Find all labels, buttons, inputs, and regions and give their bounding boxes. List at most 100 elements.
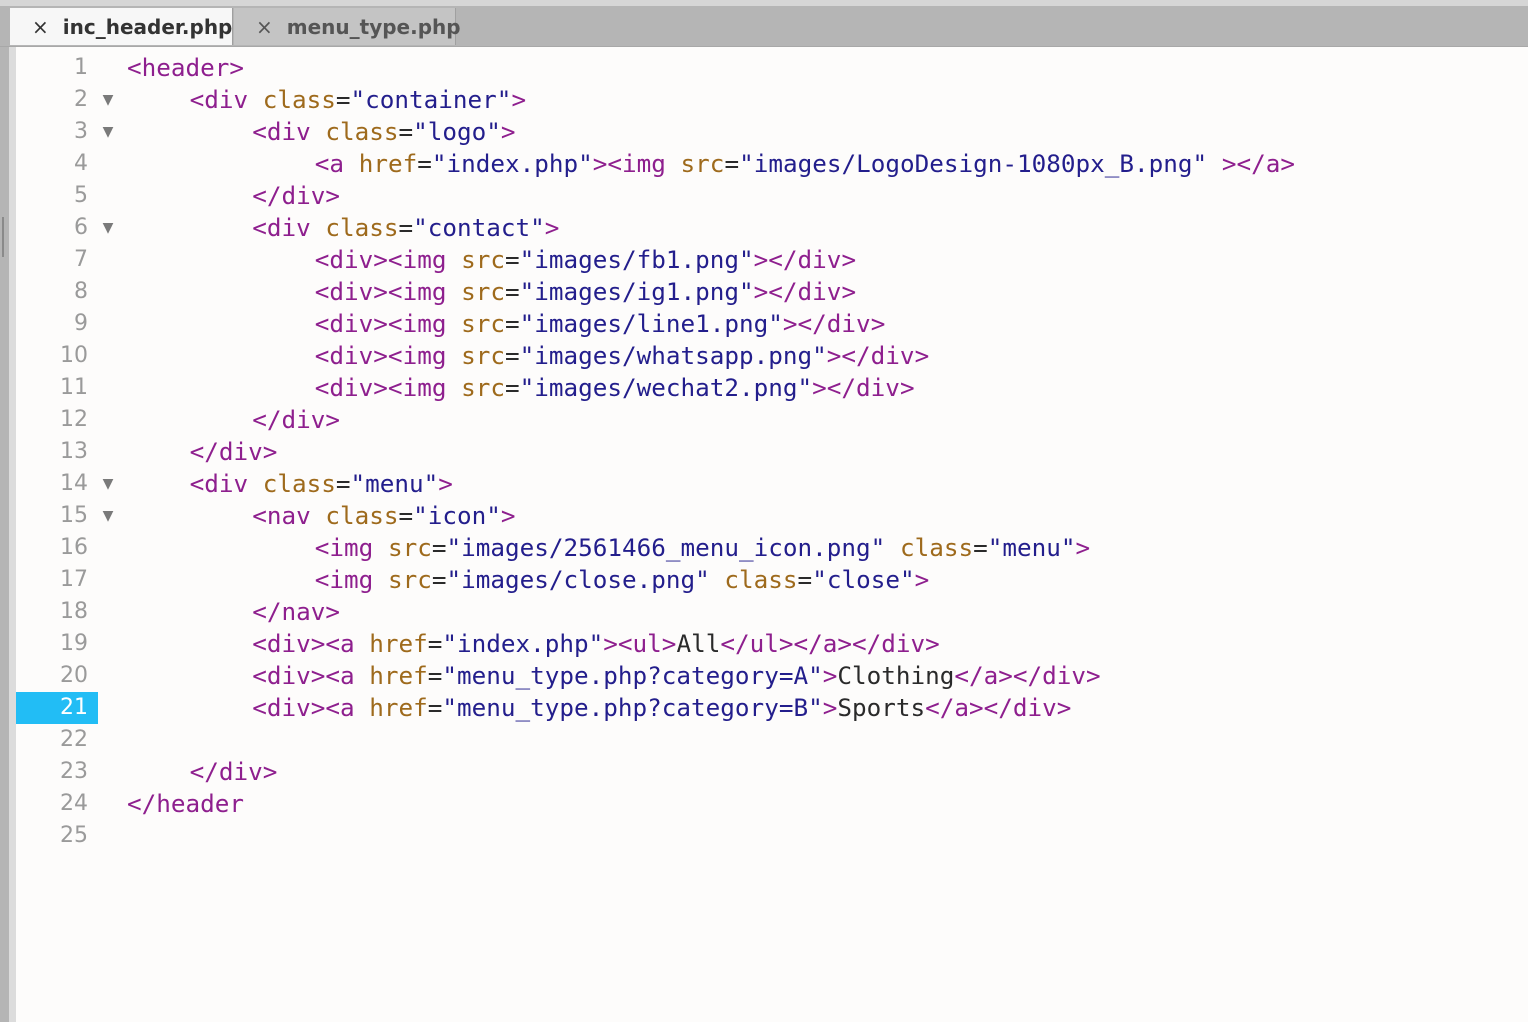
code-token: > — [914, 565, 930, 594]
code-token: > — [500, 117, 516, 146]
code-line[interactable]: 9 <div><img src="images/line1.png"></div> — [16, 308, 1528, 340]
code-token: </nav> — [252, 597, 340, 626]
code-line[interactable]: 6 ▼ <div class="contact"> — [16, 212, 1528, 244]
fold-triangle-icon[interactable]: ▼ — [98, 468, 118, 500]
line-number[interactable]: 21 — [16, 692, 98, 724]
fold-triangle-icon[interactable]: ▼ — [98, 84, 118, 116]
code-token: ><ul> — [603, 629, 677, 658]
code-line[interactable]: 10 <div><img src="images/whatsapp.png"></… — [16, 340, 1528, 372]
code-token: </a></div> — [925, 693, 1072, 722]
code-line[interactable]: 16 <img src="images/2561466_menu_icon.png… — [16, 532, 1528, 564]
code-token: src — [387, 533, 432, 562]
code-line[interactable]: 8 <div><img src="images/ig1.png"></div> — [16, 276, 1528, 308]
line-number[interactable]: 1 — [16, 52, 98, 84]
line-number[interactable]: 25 — [16, 820, 98, 852]
line-number[interactable]: 5 — [16, 180, 98, 212]
code-token: class — [724, 565, 798, 594]
code-token: "close" — [812, 565, 915, 594]
code-token: href — [369, 629, 428, 658]
line-number[interactable]: 17 — [16, 564, 98, 596]
code-token: "images/fb1.png" — [519, 245, 754, 274]
code-token: "container" — [350, 85, 512, 114]
code-line[interactable]: 1 <header> — [16, 52, 1528, 84]
code-token: <img — [314, 565, 388, 594]
code-line[interactable]: 17 <img src="images/close.png" class="clo… — [16, 564, 1528, 596]
line-number[interactable]: 20 — [16, 660, 98, 692]
close-icon[interactable]: × — [32, 15, 49, 39]
code-line[interactable]: 3 ▼ <div class="logo"> — [16, 116, 1528, 148]
code-line[interactable]: 2 ▼ <div class="container"> — [16, 84, 1528, 116]
line-number[interactable]: 24 — [16, 788, 98, 820]
code-token: = — [504, 277, 520, 306]
line-number[interactable]: 2 — [16, 84, 98, 116]
tab-label: inc_header.php — [62, 14, 233, 39]
tab-menu-type[interactable]: × menu_type.php — [234, 8, 461, 45]
fold-triangle-icon[interactable]: ▼ — [98, 500, 118, 532]
code-token: class — [325, 117, 399, 146]
code-token: href — [369, 693, 428, 722]
line-number[interactable]: 10 — [16, 340, 98, 372]
code-text: <div><img src="images/wechat2.png"></div… — [315, 372, 915, 404]
tab-inc-header[interactable]: × inc_header.php — [10, 8, 233, 45]
code-line[interactable]: 20 <div><a href="menu_type.php?category=A… — [16, 660, 1528, 692]
code-line[interactable]: 15 ▼ <nav class="icon"> — [16, 500, 1528, 532]
line-number[interactable]: 15 — [16, 500, 98, 532]
code-line[interactable]: 13 </div> — [16, 436, 1528, 468]
line-number[interactable]: 8 — [16, 276, 98, 308]
line-number[interactable]: 23 — [16, 756, 98, 788]
resize-handle[interactable] — [2, 217, 4, 257]
code-line[interactable]: 23 </div> — [16, 756, 1528, 788]
code-text: </div> — [190, 756, 278, 788]
code-token: </div> — [252, 181, 340, 210]
code-token: = — [335, 469, 351, 498]
line-number[interactable]: 7 — [16, 244, 98, 276]
code-token: <div><img — [314, 277, 462, 306]
line-number[interactable]: 22 — [16, 724, 98, 756]
line-number[interactable]: 3 — [16, 116, 98, 148]
line-number[interactable]: 16 — [16, 532, 98, 564]
code-token: <div><img — [314, 309, 462, 338]
code-line[interactable]: 24 </header — [16, 788, 1528, 820]
code-token: = — [398, 213, 414, 242]
code-text: <header> — [127, 52, 244, 84]
code-token: "logo" — [413, 117, 501, 146]
code-editor[interactable]: 1 <header> 2 ▼ <div class="container"> 3 ▼ <div… — [9, 47, 1528, 1022]
code-text: <div><img src="images/whatsapp.png"></di… — [315, 340, 929, 372]
code-line[interactable]: 21 <div><a href="menu_type.php?category=B… — [16, 692, 1528, 724]
code-token: src — [680, 149, 725, 178]
code-line[interactable]: 7 <div><img src="images/fb1.png"></div> — [16, 244, 1528, 276]
code-token: class — [262, 85, 336, 114]
code-token: <div><a — [252, 661, 370, 690]
code-token: "menu" — [350, 469, 439, 498]
code-line[interactable]: 25 — [16, 820, 1528, 852]
code-text: <div class="contact"> — [252, 212, 559, 244]
code-token: "menu" — [987, 533, 1076, 562]
code-line[interactable]: 19 <div><a href="index.php"><ul>All</ul><… — [16, 628, 1528, 660]
code-line[interactable]: 5 </div> — [16, 180, 1528, 212]
code-line[interactable]: 14 ▼ <div class="menu"> — [16, 468, 1528, 500]
code-line[interactable]: 4 <a href="index.php"><img src="images/Lo… — [16, 148, 1528, 180]
code-line[interactable]: 11 <div><img src="images/wechat2.png"></d… — [16, 372, 1528, 404]
fold-triangle-icon[interactable]: ▼ — [98, 116, 118, 148]
line-number[interactable]: 18 — [16, 596, 98, 628]
line-number[interactable]: 13 — [16, 436, 98, 468]
code-token: src — [461, 277, 505, 306]
code-token: > — [438, 469, 453, 498]
line-number[interactable]: 12 — [16, 404, 98, 436]
code-token: </div> — [189, 757, 278, 786]
line-number[interactable]: 9 — [16, 308, 98, 340]
fold-triangle-icon[interactable]: ▼ — [98, 212, 118, 244]
line-number[interactable]: 4 — [16, 148, 98, 180]
code-token: href — [369, 661, 428, 690]
code-line[interactable]: 12 </div> — [16, 404, 1528, 436]
line-number[interactable]: 6 — [16, 212, 98, 244]
code-token: "menu_type.php?category=A" — [442, 661, 823, 690]
code-line[interactable]: 22 — [16, 724, 1528, 756]
code-line[interactable]: 18 </nav> — [16, 596, 1528, 628]
line-number[interactable]: 11 — [16, 372, 98, 404]
code-token: src — [461, 245, 505, 274]
close-icon[interactable]: × — [256, 15, 273, 39]
line-number[interactable]: 19 — [16, 628, 98, 660]
line-number[interactable]: 14 — [16, 468, 98, 500]
code-token: Clothing — [837, 661, 955, 690]
